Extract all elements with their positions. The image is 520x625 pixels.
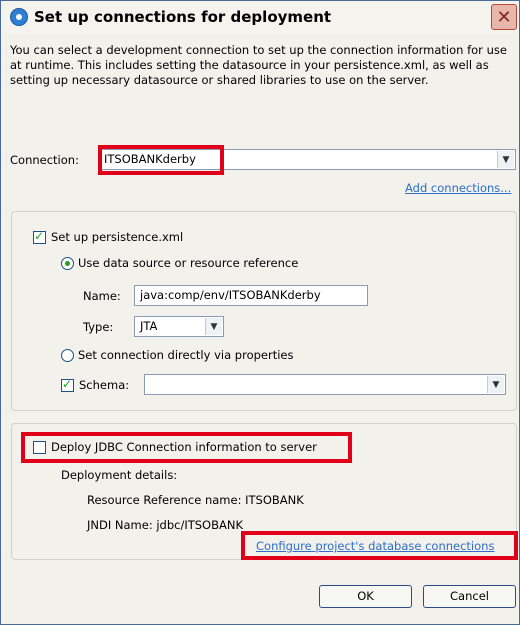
connection-value: ITSOBANKderby (104, 152, 196, 166)
direct-connection-radio-label: Set connection directly via properties (78, 348, 294, 362)
resource-reference-text: Resource Reference name: ITSOBANK (87, 493, 304, 507)
schema-checkbox[interactable] (61, 377, 74, 392)
ok-button[interactable]: OK (319, 585, 412, 608)
deploy-checkbox-label: Deploy JDBC Connection information to se… (51, 440, 317, 454)
type-label: Type: (83, 320, 114, 334)
schema-label: Schema: (79, 378, 130, 392)
title-bar[interactable]: Set up connections for deployment ✕ (1, 1, 519, 33)
cancel-button[interactable]: Cancel (423, 585, 516, 608)
close-icon[interactable]: ✕ (491, 4, 517, 30)
deploy-checkbox[interactable] (33, 441, 46, 454)
connection-dropdown[interactable]: ITSOBANKderby ▼ (98, 149, 516, 170)
chevron-down-icon[interactable]: ▼ (497, 151, 514, 168)
dialog-content: You can select a development connection … (2, 34, 519, 624)
datasource-radio[interactable] (61, 257, 74, 270)
deployment-dialog: Set up connections for deployment ✕ You … (0, 0, 520, 625)
deployment-details-label: Deployment details: (61, 468, 178, 482)
persistence-checkbox[interactable] (33, 229, 46, 244)
dialog-title: Set up connections for deployment (34, 8, 332, 26)
name-label: Name: (83, 289, 121, 303)
type-value: JTA (140, 319, 158, 333)
type-dropdown[interactable]: JTA ▼ (134, 316, 224, 337)
name-value: java:comp/env/ITSOBANKderby (140, 288, 321, 302)
datasource-radio-label: Use data source or resource reference (78, 256, 299, 270)
configure-connections-link[interactable]: Configure project's database connections (256, 539, 494, 553)
schema-dropdown[interactable]: ▼ (144, 374, 506, 395)
persistence-checkbox-label: Set up persistence.xml (51, 230, 184, 244)
chevron-down-icon[interactable]: ▼ (487, 376, 504, 393)
direct-connection-radio[interactable] (61, 349, 74, 362)
description-text: You can select a development connection … (10, 43, 507, 87)
connection-label: Connection: (10, 153, 79, 167)
app-icon (10, 8, 28, 26)
chevron-down-icon[interactable]: ▼ (205, 318, 222, 335)
jndi-name-text: JNDI Name: jdbc/ITSOBANK (87, 518, 244, 532)
add-connections-link[interactable]: Add connections... (405, 181, 511, 195)
name-field[interactable]: java:comp/env/ITSOBANKderby (134, 285, 368, 306)
